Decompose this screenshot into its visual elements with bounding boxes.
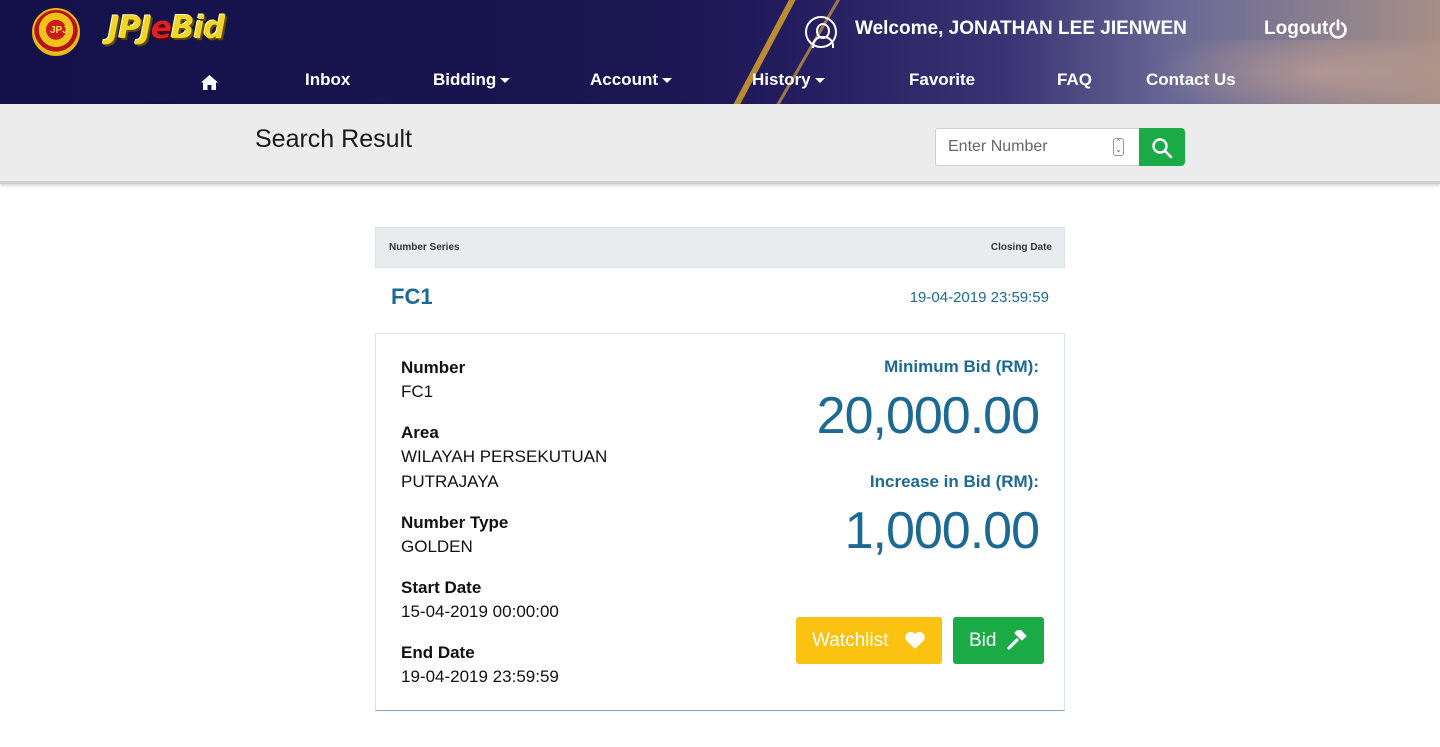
number-search-input[interactable]	[935, 128, 1140, 166]
number-type-value: GOLDEN	[401, 537, 473, 556]
number-detail-card: Number FC1 Area WILAYAH PERSEKUTUAN PUTR…	[375, 333, 1065, 711]
result-series[interactable]: FC1	[391, 284, 433, 310]
search-icon	[1152, 138, 1173, 159]
watchlist-button[interactable]: Watchlist	[796, 617, 942, 664]
number-value: FC1	[401, 382, 434, 401]
nav-account-label: Account	[590, 70, 658, 89]
end-date-value: 19-04-2019 23:59:59	[401, 667, 559, 686]
power-icon[interactable]	[1328, 19, 1348, 39]
nav-faq[interactable]: FAQ	[1057, 70, 1092, 90]
nav-contact-label: Contact Us	[1146, 70, 1236, 89]
field-start-date: Start Date 15-04-2019 00:00:00	[401, 577, 559, 624]
bid-button[interactable]: Bid	[953, 617, 1044, 664]
start-date-value: 15-04-2019 00:00:00	[401, 602, 559, 621]
number-label: Number	[401, 358, 466, 377]
increase-bid-value: 1,000.00	[844, 502, 1040, 560]
field-end-date: End Date 19-04-2019 23:59:59	[401, 642, 559, 689]
column-number-series: Number Series	[389, 242, 460, 253]
heart-icon	[905, 631, 925, 649]
area-value-line2: PUTRAJAYA	[401, 472, 499, 491]
field-number-type: Number Type GOLDEN	[401, 512, 508, 559]
nav-favorite[interactable]: Favorite	[909, 70, 975, 90]
number-type-label: Number Type	[401, 513, 509, 532]
nav-faq-label: FAQ	[1057, 70, 1092, 89]
jpjebid-logo[interactable]: JPJeBid	[108, 10, 225, 46]
search-bar: Search Result ⌃⌄	[0, 104, 1440, 184]
nav-history-label: History	[752, 70, 811, 89]
increase-bid-label: Increase in Bid (RM):	[869, 472, 1039, 491]
caret-down-icon	[662, 78, 672, 84]
page-title: Search Result	[255, 125, 413, 153]
bid-button-label: Bid	[969, 630, 997, 651]
area-label: Area	[401, 423, 439, 442]
nav-contact-us[interactable]: Contact Us	[1146, 70, 1236, 90]
gavel-icon	[1007, 630, 1027, 650]
field-number: Number FC1	[401, 357, 465, 404]
caret-down-icon	[500, 78, 511, 84]
welcome-text: Welcome, JONATHAN LEE JIENWEN	[855, 18, 1187, 39]
minimum-bid-value: 20,000.00	[816, 387, 1040, 445]
caret-down-icon	[814, 78, 825, 84]
area-value-line1: WILAYAH PERSEKUTUAN	[401, 447, 608, 466]
nav-inbox-label: Inbox	[305, 70, 351, 89]
column-closing-date: Closing Date	[990, 242, 1052, 253]
crest-text: JPJ	[50, 25, 68, 36]
watchlist-button-label: Watchlist	[812, 630, 889, 651]
main-nav: Inbox Bidding Account History Favorite F…	[0, 70, 1440, 94]
number-spinner-icon[interactable]: ⌃ ⌄	[1113, 138, 1124, 156]
nav-account[interactable]: Account	[590, 70, 672, 90]
logo-prefix: JPJ	[108, 10, 152, 46]
logout-button[interactable]: Logout	[1264, 18, 1328, 40]
start-date-label: Start Date	[401, 578, 482, 597]
nav-favorite-label: Favorite	[909, 70, 976, 89]
nav-history[interactable]: History	[752, 70, 825, 90]
logo-suffix: Bid	[170, 10, 225, 46]
jpj-crest-logo[interactable]: JPJ	[32, 8, 80, 56]
result-closing-date: 19-04-2019 23:59:59	[909, 289, 1049, 306]
logo-e: e	[150, 10, 172, 46]
search-button[interactable]	[1139, 128, 1185, 166]
result-table-header: Number Series Closing Date	[375, 227, 1065, 268]
nav-bidding-label: Bidding	[433, 70, 497, 89]
user-avatar-icon	[805, 16, 837, 48]
end-date-label: End Date	[401, 643, 475, 662]
nav-inbox[interactable]: Inbox	[305, 70, 350, 90]
field-area: Area WILAYAH PERSEKUTUAN PUTRAJAYA	[401, 422, 607, 494]
top-header: JPJ JPJeBid Welcome, JONATHAN LEE JIENWE…	[0, 0, 1440, 104]
minimum-bid-label: Minimum Bid (RM):	[884, 357, 1039, 376]
nav-bidding[interactable]: Bidding	[433, 70, 511, 90]
